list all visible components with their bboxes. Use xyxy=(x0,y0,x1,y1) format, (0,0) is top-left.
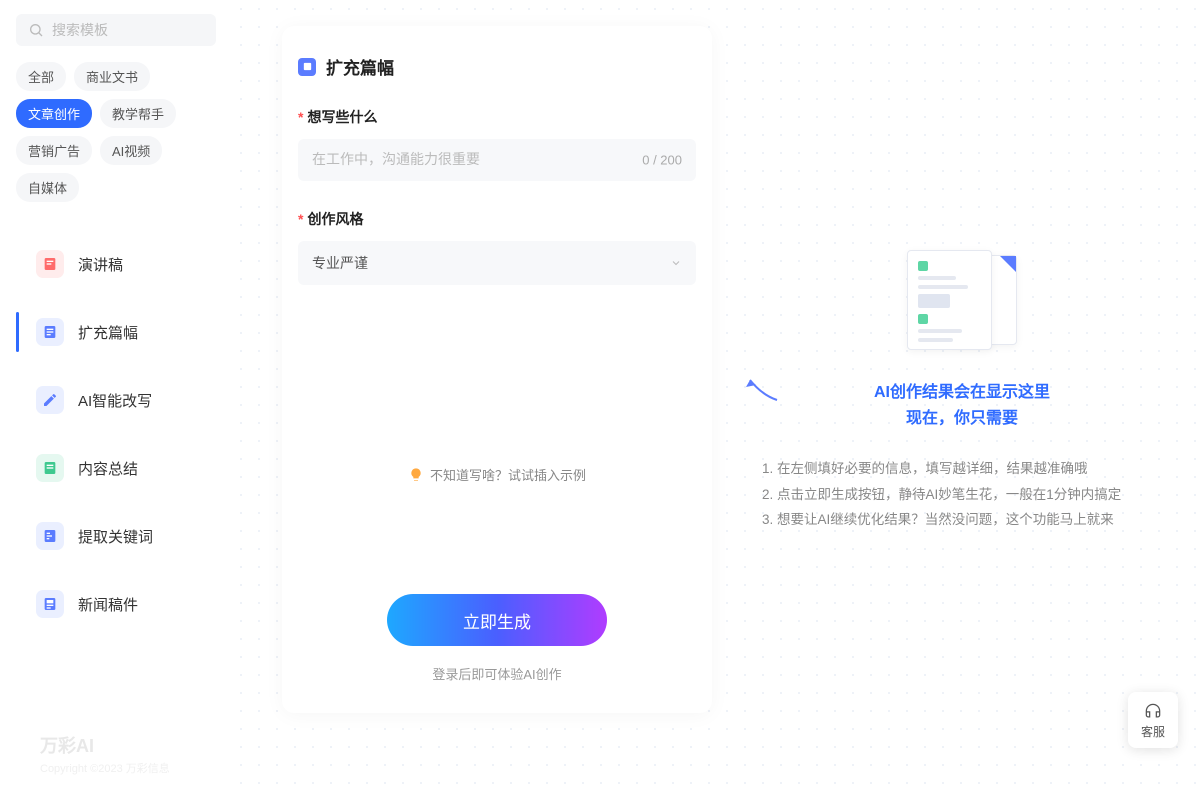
form-group-style: *创作风格 专业严谨 xyxy=(298,209,696,285)
hint-text: 不知道写啥？试试插入示例 xyxy=(430,465,586,484)
template-label: 提取关键词 xyxy=(78,526,153,547)
style-label: *创作风格 xyxy=(298,209,696,229)
filter-tag-article[interactable]: 文章创作 xyxy=(16,99,92,128)
form-group-content: *想写些什么 0 / 200 xyxy=(298,107,696,181)
filter-tag-video[interactable]: AI视频 xyxy=(100,136,162,165)
search-input[interactable] xyxy=(52,22,204,38)
result-title-2: 现在，你只需要 xyxy=(752,406,1172,432)
result-step-2: 2. 点击立即生成按钮，静待AI妙笔生花，一般在1分钟内搞定 xyxy=(762,482,1172,508)
headset-icon xyxy=(1143,701,1163,721)
result-title-1: AI创作结果会在显示这里 xyxy=(752,380,1172,406)
filter-tag-teaching[interactable]: 教学帮手 xyxy=(100,99,176,128)
summary-icon xyxy=(36,454,64,482)
doc-illustration xyxy=(897,250,1027,360)
style-select[interactable]: 专业严谨 xyxy=(298,241,696,285)
template-label: 内容总结 xyxy=(78,458,138,479)
customer-service-button[interactable]: 客服 xyxy=(1128,692,1178,748)
search-icon xyxy=(28,22,44,38)
content-input[interactable] xyxy=(312,151,590,167)
login-tip: 登录后即可体验AI创作 xyxy=(298,664,696,683)
filter-tag-media[interactable]: 自媒体 xyxy=(16,173,79,202)
main-area: 扩充篇幅 *想写些什么 0 / 200 *创作风格 专业严谨 不知道写啥？试试插… xyxy=(232,0,1200,800)
template-news[interactable]: 新闻稿件 xyxy=(16,590,216,618)
form-panel: 扩充篇幅 *想写些什么 0 / 200 *创作风格 专业严谨 不知道写啥？试试插… xyxy=(282,26,712,713)
char-count: 0 / 200 xyxy=(642,153,682,168)
chevron-down-icon xyxy=(670,257,682,269)
speech-icon xyxy=(36,250,64,278)
result-step-3: 3. 想要让AI继续优化结果？当然没问题，这个功能马上就来 xyxy=(762,507,1172,533)
template-label: 扩充篇幅 xyxy=(78,322,138,343)
search-box[interactable] xyxy=(16,14,216,46)
filter-tag-marketing[interactable]: 营销广告 xyxy=(16,136,92,165)
template-rewrite[interactable]: AI智能改写 xyxy=(16,386,216,414)
pencil-icon xyxy=(36,386,64,414)
result-steps: 1. 在左侧填好必要的信息，填写越详细，结果越准确哦 2. 点击立即生成按钮，静… xyxy=(752,456,1172,533)
template-label: 演讲稿 xyxy=(78,254,123,275)
content-input-wrap[interactable]: 0 / 200 xyxy=(298,139,696,181)
template-label: 新闻稿件 xyxy=(78,594,138,615)
arrow-icon xyxy=(742,375,782,405)
style-value: 专业严谨 xyxy=(312,253,368,273)
service-label: 客服 xyxy=(1141,723,1165,740)
example-hint[interactable]: 不知道写啥？试试插入示例 xyxy=(298,465,696,484)
panel-title-text: 扩充篇幅 xyxy=(326,54,394,79)
content-label: *想写些什么 xyxy=(298,107,696,127)
sidebar: 全部 商业文书 文章创作 教学帮手 营销广告 AI视频 自媒体 演讲稿 扩充篇幅… xyxy=(0,0,232,800)
expand-icon xyxy=(36,318,64,346)
template-keywords[interactable]: 提取关键词 xyxy=(16,522,216,550)
lightbulb-icon xyxy=(408,467,424,483)
keywords-icon xyxy=(36,522,64,550)
result-step-1: 1. 在左侧填好必要的信息，填写越详细，结果越准确哦 xyxy=(762,456,1172,482)
template-list: 演讲稿 扩充篇幅 AI智能改写 内容总结 提取关键词 新闻稿件 xyxy=(16,250,216,618)
template-expand[interactable]: 扩充篇幅 xyxy=(16,318,216,346)
generate-button[interactable]: 立即生成 xyxy=(387,594,607,646)
brand-text: 万彩AI xyxy=(40,732,170,758)
footer-brand: 万彩AI Copyright ©2023 万彩信息 xyxy=(40,732,170,776)
template-summary[interactable]: 内容总结 xyxy=(16,454,216,482)
result-placeholder: AI创作结果会在显示这里 现在，你只需要 1. 在左侧填好必要的信息，填写越详细… xyxy=(752,250,1172,533)
copyright-text: Copyright ©2023 万彩信息 xyxy=(40,760,170,776)
filter-tag-all[interactable]: 全部 xyxy=(16,62,66,91)
news-icon xyxy=(36,590,64,618)
template-speech[interactable]: 演讲稿 xyxy=(16,250,216,278)
panel-title: 扩充篇幅 xyxy=(298,54,696,79)
panel-title-icon xyxy=(298,58,316,76)
filter-tag-business[interactable]: 商业文书 xyxy=(74,62,150,91)
filter-tags: 全部 商业文书 文章创作 教学帮手 营销广告 AI视频 自媒体 xyxy=(16,62,216,202)
template-label: AI智能改写 xyxy=(78,390,152,411)
